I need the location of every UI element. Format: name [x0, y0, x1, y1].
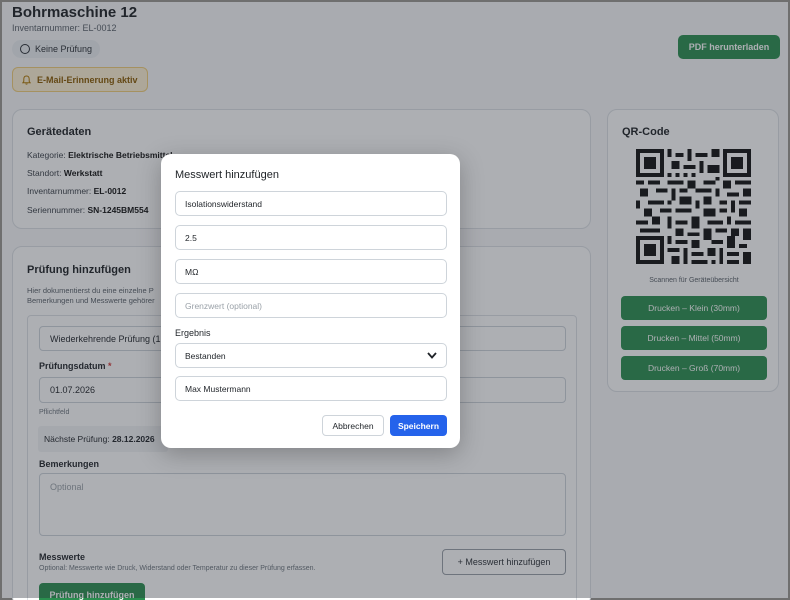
measurement-unit-input[interactable]: MΩ	[175, 259, 447, 284]
chevron-down-icon	[427, 352, 437, 359]
measurement-value-input[interactable]: 2.5	[175, 225, 447, 250]
result-label: Ergebnis	[175, 328, 211, 338]
app-page: Bohrmaschine 12 Inventarnummer: EL-0012 …	[0, 0, 790, 600]
modal-title: Messwert hinzufügen	[175, 169, 279, 181]
limit-value-input[interactable]: Grenzwert (optional)	[175, 293, 447, 318]
save-button[interactable]: Speichern	[390, 415, 447, 436]
measurement-name-input[interactable]: Isolationswiderstand	[175, 191, 447, 216]
cancel-button[interactable]: Abbrechen	[322, 415, 384, 436]
inspector-input[interactable]: Max Mustermann	[175, 376, 447, 401]
result-select[interactable]: Bestanden	[175, 343, 447, 368]
add-measurement-modal: Messwert hinzufügen Isolationswiderstand…	[161, 154, 460, 448]
